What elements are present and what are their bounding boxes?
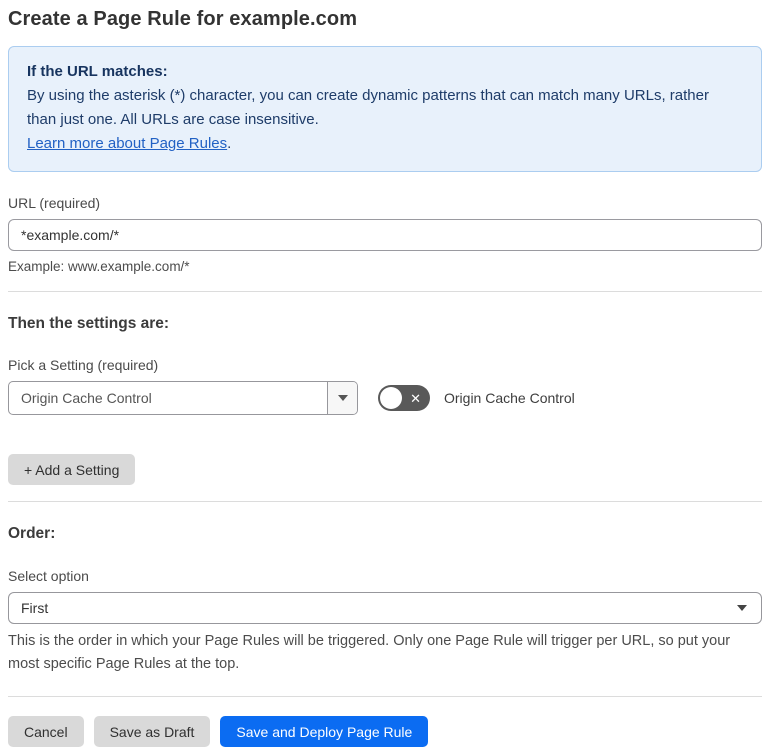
url-example-text: Example: www.example.com/* xyxy=(8,259,190,274)
save-as-draft-button[interactable]: Save as Draft xyxy=(93,716,211,747)
divider xyxy=(8,501,762,502)
link-period: . xyxy=(227,135,232,152)
info-box-body: By using the asterisk (*) character, you… xyxy=(27,87,709,128)
page-title: Create a Page Rule for example.com xyxy=(8,8,358,30)
url-match-info-box: If the URL matches: By using the asteris… xyxy=(8,46,762,172)
setting-select-value: Origin Cache Control xyxy=(21,390,152,406)
add-setting-button[interactable]: + Add a Setting xyxy=(8,454,136,485)
order-heading: Order: xyxy=(8,525,56,542)
chevron-down-icon xyxy=(337,395,348,401)
origin-cache-control-toggle[interactable]: ✕ xyxy=(378,385,430,411)
info-box-heading: If the URL matches: xyxy=(27,63,168,80)
url-input[interactable] xyxy=(8,219,762,251)
toggle-label: Origin Cache Control xyxy=(444,390,575,406)
setting-row: Origin Cache Control ✕ Origin Cache Cont… xyxy=(8,381,762,415)
cancel-button[interactable]: Cancel xyxy=(8,716,84,747)
pick-setting-label: Pick a Setting (required) xyxy=(8,357,159,373)
learn-more-link[interactable]: Learn more about Page Rules xyxy=(27,135,227,152)
select-option-label: Select option xyxy=(8,568,89,584)
url-field-label: URL (required) xyxy=(8,195,101,211)
info-box-link-line: Learn more about Page Rules. xyxy=(27,132,743,156)
order-select-value: First xyxy=(21,600,49,616)
divider xyxy=(8,291,762,292)
toggle-off-x-icon: ✕ xyxy=(410,390,421,406)
chevron-down-icon xyxy=(737,605,747,611)
setting-select-arrow-button[interactable] xyxy=(327,382,357,414)
setting-select[interactable]: Origin Cache Control xyxy=(8,381,358,415)
toggle-knob xyxy=(380,387,402,409)
divider xyxy=(8,696,762,697)
toggle-wrap: ✕ Origin Cache Control xyxy=(378,385,575,411)
order-help-text: This is the order in which your Page Rul… xyxy=(8,633,731,672)
form-actions: Cancel Save as Draft Save and Deploy Pag… xyxy=(8,716,762,747)
settings-heading: Then the settings are: xyxy=(8,315,170,332)
save-and-deploy-button[interactable]: Save and Deploy Page Rule xyxy=(220,716,429,747)
page-rule-form: Create a Page Rule for example.com If th… xyxy=(0,0,770,747)
order-select[interactable]: First xyxy=(8,592,762,624)
